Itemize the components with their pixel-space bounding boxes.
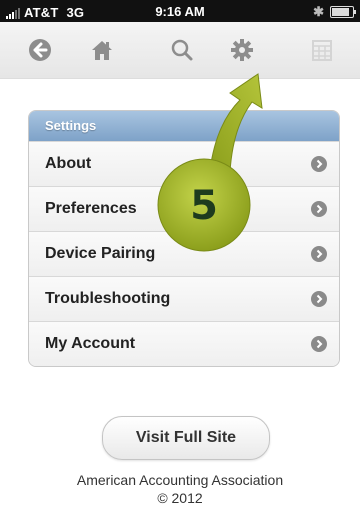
settings-item-device-pairing[interactable]: Device Pairing [29, 231, 339, 276]
organization-name: American Accounting Association [76, 472, 284, 488]
chevron-right-icon [311, 156, 327, 172]
settings-item-label: My Account [45, 335, 136, 352]
chevron-right-icon [311, 246, 327, 262]
chevron-right-icon [311, 201, 327, 217]
search-button[interactable] [162, 30, 202, 70]
toolbar [0, 22, 360, 79]
copyright-text: © 2012 [157, 490, 203, 506]
home-icon [92, 41, 112, 60]
home-button[interactable] [82, 30, 122, 70]
clock: 9:16 AM [155, 4, 205, 19]
chevron-right-icon [311, 336, 327, 352]
visit-full-site-button[interactable]: Visit Full Site [102, 416, 270, 460]
settings-item-label: Device Pairing [45, 245, 156, 262]
settings-item-about[interactable]: About [29, 141, 339, 186]
settings-item-my-account[interactable]: My Account [29, 321, 339, 366]
calendar-button[interactable] [302, 30, 342, 70]
settings-item-label: About [45, 155, 92, 172]
settings-list: Settings About Preferences Device Pairin… [28, 110, 340, 367]
settings-item-troubleshooting[interactable]: Troubleshooting [29, 276, 339, 321]
bluetooth-icon: ✱ [313, 4, 324, 19]
step-number: 5 [190, 183, 218, 229]
calendar-icon [312, 40, 332, 61]
status-bar: AT&T 3G 9:16 AM ✱ [0, 0, 360, 22]
status-icons: ✱ [313, 4, 356, 20]
chevron-right-icon [311, 291, 327, 307]
battery-icon [330, 6, 356, 18]
settings-header: Settings [29, 111, 339, 141]
settings-item-label: Troubleshooting [45, 290, 171, 307]
search-icon [171, 39, 193, 61]
settings-item-label: Preferences [45, 200, 137, 217]
back-arrow-icon [29, 39, 51, 61]
settings-button[interactable] [222, 30, 262, 70]
back-button[interactable] [20, 30, 60, 70]
gear-icon [231, 39, 253, 61]
